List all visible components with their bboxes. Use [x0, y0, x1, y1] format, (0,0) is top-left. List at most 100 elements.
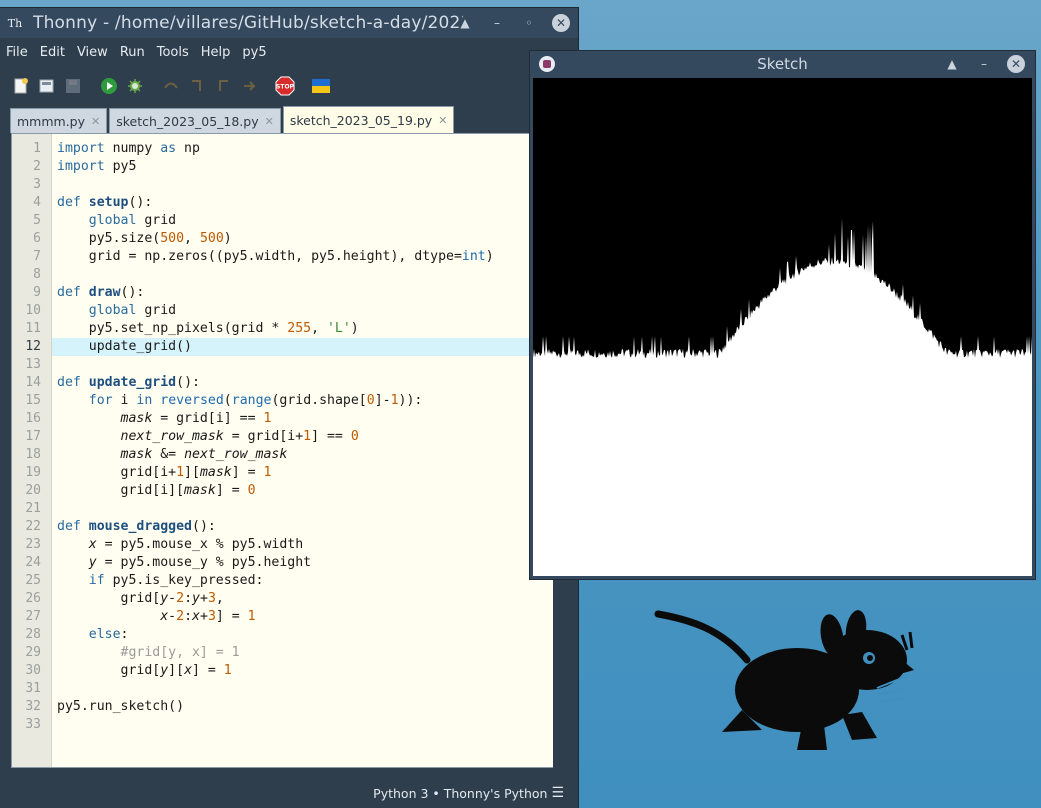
code-line[interactable]: 11 py5.set_np_pixels(grid * 255, 'L') — [12, 320, 562, 338]
maximize-icon[interactable]: ◦ — [520, 14, 538, 32]
run-icon[interactable] — [98, 75, 120, 97]
menu-view[interactable]: View — [77, 45, 108, 60]
tab-mmmm[interactable]: mmmm.py ✕ — [10, 108, 108, 133]
code-line[interactable]: 22 def mouse_dragged(): — [12, 518, 562, 536]
code-line[interactable]: 6 py5.size(500, 500) — [12, 230, 562, 248]
code-text[interactable]: grid[i][mask] = 0 — [52, 482, 562, 500]
ukraine-flag-icon[interactable] — [310, 75, 332, 97]
code-text[interactable] — [52, 266, 562, 284]
minimize-icon[interactable]: – — [488, 14, 506, 32]
menu-edit[interactable]: Edit — [40, 45, 65, 60]
code-line[interactable]: 13 — [12, 356, 562, 374]
code-text[interactable]: x-2:x+3] = 1 — [52, 608, 562, 626]
tab-close-icon[interactable]: ✕ — [438, 114, 447, 127]
thonny-titlebar[interactable]: Th Thonny - /home/villares/GitHub/sketch… — [0, 8, 578, 38]
code-text[interactable]: update_grid() — [52, 338, 562, 356]
code-line[interactable]: 29 #grid[y, x] = 1 — [12, 644, 562, 662]
code-text[interactable]: py5.set_np_pixels(grid * 255, 'L') — [52, 320, 562, 338]
code-line[interactable]: 4 def setup(): — [12, 194, 562, 212]
minimize-icon[interactable]: – — [975, 55, 993, 73]
close-icon[interactable]: ✕ — [552, 14, 570, 32]
code-line[interactable]: 10 global grid — [12, 302, 562, 320]
step-out-icon[interactable] — [212, 75, 234, 97]
code-line[interactable]: 7 grid = np.zeros((py5.width, py5.height… — [12, 248, 562, 266]
code-line[interactable]: 16 mask = grid[i] == 1 — [12, 410, 562, 428]
code-text[interactable]: global grid — [52, 212, 562, 230]
code-text[interactable] — [52, 176, 562, 194]
new-file-icon[interactable] — [10, 75, 32, 97]
code-line[interactable]: 18 mask &= next_row_mask — [12, 446, 562, 464]
open-file-icon[interactable] — [36, 75, 58, 97]
code-line[interactable]: 20 grid[i][mask] = 0 — [12, 482, 562, 500]
code-text[interactable]: y = py5.mouse_y % py5.height — [52, 554, 562, 572]
code-line[interactable]: 8 — [12, 266, 562, 284]
code-text[interactable]: def update_grid(): — [52, 374, 562, 392]
code-text[interactable]: def draw(): — [52, 284, 562, 302]
code-line[interactable]: 24 y = py5.mouse_y % py5.height — [12, 554, 562, 572]
code-line[interactable]: 27 x-2:x+3] = 1 — [12, 608, 562, 626]
stop-icon[interactable]: STOP — [274, 75, 296, 97]
code-text[interactable]: def mouse_dragged(): — [52, 518, 562, 536]
code-line[interactable]: 3 — [12, 176, 562, 194]
code-line[interactable]: 14 def update_grid(): — [12, 374, 562, 392]
sketch-titlebar[interactable]: Sketch ▲ – ✕ — [530, 51, 1035, 77]
tab-close-icon[interactable]: ✕ — [91, 115, 100, 128]
code-text[interactable]: next_row_mask = grid[i+1] == 0 — [52, 428, 562, 446]
code-text[interactable]: x = py5.mouse_x % py5.width — [52, 536, 562, 554]
resume-icon[interactable] — [238, 75, 260, 97]
sketch-canvas[interactable] — [533, 78, 1032, 576]
code-editor[interactable]: 1 import numpy as np 2 import py5 3 4 def setu… — [11, 133, 563, 768]
code-line[interactable]: 33 — [12, 716, 562, 734]
code-text[interactable]: else: — [52, 626, 562, 644]
code-line[interactable]: 19 grid[i+1][mask] = 1 — [12, 464, 562, 482]
code-line[interactable]: 17 next_row_mask = grid[i+1] == 0 — [12, 428, 562, 446]
tab-close-icon[interactable]: ✕ — [265, 115, 274, 128]
code-text[interactable]: def setup(): — [52, 194, 562, 212]
menu-file[interactable]: File — [6, 45, 28, 60]
code-text[interactable]: if py5.is_key_pressed: — [52, 572, 562, 590]
tab-sketch-2023-05-19[interactable]: sketch_2023_05_19.py ✕ — [282, 106, 455, 133]
code-line[interactable]: 1 import numpy as np — [12, 140, 562, 158]
keep-above-icon[interactable]: ▲ — [456, 14, 474, 32]
code-text[interactable]: py5.size(500, 500) — [52, 230, 562, 248]
save-icon[interactable] — [62, 75, 84, 97]
code-line[interactable]: 15 for i in reversed(range(grid.shape[0]… — [12, 392, 562, 410]
code-text[interactable]: py5.run_sketch() — [52, 698, 562, 716]
debug-icon[interactable] — [124, 75, 146, 97]
code-text[interactable]: import py5 — [52, 158, 562, 176]
menu-help[interactable]: Help — [201, 45, 231, 60]
menu-py5[interactable]: py5 — [242, 45, 266, 60]
code-text[interactable]: mask = grid[i] == 1 — [52, 410, 562, 428]
code-line[interactable]: 12 update_grid() — [12, 338, 562, 356]
close-icon[interactable]: ✕ — [1007, 55, 1025, 73]
code-text[interactable]: mask &= next_row_mask — [52, 446, 562, 464]
code-line[interactable]: 9 def draw(): — [12, 284, 562, 302]
code-line[interactable]: 30 grid[y][x] = 1 — [12, 662, 562, 680]
code-line[interactable]: 5 global grid — [12, 212, 562, 230]
keep-above-icon[interactable]: ▲ — [943, 55, 961, 73]
menu-run[interactable]: Run — [120, 45, 145, 60]
code-text[interactable] — [52, 716, 562, 734]
code-text[interactable]: grid = np.zeros((py5.width, py5.height),… — [52, 248, 562, 266]
code-text[interactable] — [52, 500, 562, 518]
code-text[interactable]: grid[i+1][mask] = 1 — [52, 464, 562, 482]
code-text[interactable]: grid[y][x] = 1 — [52, 662, 562, 680]
code-line[interactable]: 26 grid[y-2:y+3, — [12, 590, 562, 608]
code-line[interactable]: 21 — [12, 500, 562, 518]
menu-tools[interactable]: Tools — [157, 45, 189, 60]
code-line[interactable]: 23 x = py5.mouse_x % py5.width — [12, 536, 562, 554]
code-line[interactable]: 28 else: — [12, 626, 562, 644]
interpreter-status[interactable]: Python 3 • Thonny's Python — [373, 786, 547, 801]
tab-sketch-2023-05-18[interactable]: sketch_2023_05_18.py ✕ — [109, 108, 281, 133]
code-line[interactable]: 31 — [12, 680, 562, 698]
code-text[interactable] — [52, 680, 562, 698]
code-text[interactable] — [52, 356, 562, 374]
code-text[interactable]: grid[y-2:y+3, — [52, 590, 562, 608]
code-line[interactable]: 32 py5.run_sketch() — [12, 698, 562, 716]
code-text[interactable]: for i in reversed(range(grid.shape[0]-1)… — [52, 392, 562, 410]
code-text[interactable]: import numpy as np — [52, 140, 562, 158]
step-over-icon[interactable] — [160, 75, 182, 97]
code-text[interactable]: #grid[y, x] = 1 — [52, 644, 562, 662]
interpreter-menu-icon[interactable]: ☰ — [551, 785, 564, 801]
code-line[interactable]: 2 import py5 — [12, 158, 562, 176]
